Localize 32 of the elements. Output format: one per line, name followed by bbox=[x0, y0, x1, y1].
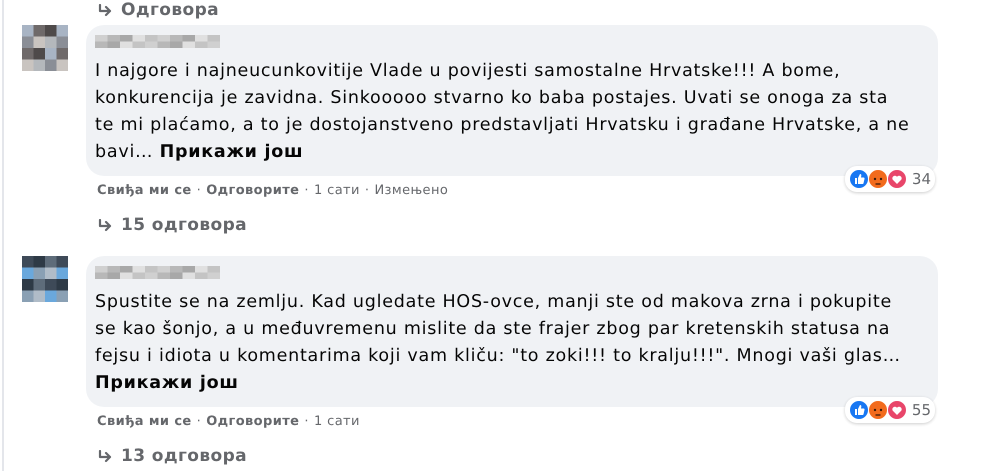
see-more-link[interactable]: Прикажи још bbox=[160, 142, 304, 162]
reactions-badge[interactable]: 34 bbox=[844, 166, 935, 192]
replies-link[interactable]: 13 одговора bbox=[121, 444, 248, 470]
angry-face-icon bbox=[868, 400, 888, 420]
reaction-count: 34 bbox=[912, 168, 931, 190]
thumbs-up-icon bbox=[848, 168, 869, 189]
action-link[interactable]: Свиђа ми се bbox=[97, 412, 192, 432]
blurred-avatar bbox=[22, 25, 68, 71]
reply-arrow-icon bbox=[97, 219, 113, 233]
comment-text: Spustite se na zemlju. Kad ugledate HOS-ovce, manji ste od makova zrna i pokupite se kao šonjo, a u međuvremenu mislite da ste frajer zbog par kretenskih statusa na fejsu i idiota u komentarima koji vam kliču: "to zoki!!! to kralju!!!". Mnogi vaši glas… Прикажи још bbox=[95, 291, 902, 395]
action-link[interactable]: Свиђа ми се bbox=[97, 181, 192, 201]
meta-text: 1 сати bbox=[314, 413, 360, 432]
reaction-count: 55 bbox=[912, 400, 931, 420]
meta-text: Измењено bbox=[374, 182, 448, 200]
reply-arrow-icon bbox=[97, 4, 113, 18]
separator-dot: · bbox=[304, 182, 309, 200]
comment-text: I najgore i najneucunkovitije Vlade u povijesti samostalne Hrvatske!!! A bome, konkurencija je zavidna. Sinkooooo stvarno ko baba postajes. Uvati se onoga za sta te mi plaćamo, a to je dostojanstveno predstavljati Hrvatsku i građane Hrvatske, a ne bavi… Прикажи још bbox=[95, 60, 910, 164]
action-link[interactable]: Одговорите bbox=[206, 412, 300, 432]
meta-text: 1 сати bbox=[314, 182, 360, 200]
separator-dot: · bbox=[304, 413, 309, 432]
replies-link[interactable]: Одговора bbox=[121, 0, 220, 24]
reply-arrow-icon bbox=[97, 450, 113, 464]
angry-face-icon bbox=[868, 168, 888, 189]
replies-link[interactable]: 15 одговора bbox=[121, 213, 248, 239]
separator-dot: · bbox=[364, 182, 370, 200]
separator-dot: · bbox=[196, 413, 202, 432]
separator-dot: · bbox=[196, 182, 202, 200]
thumbs-up-icon bbox=[848, 400, 869, 420]
action-link[interactable]: Одговорите bbox=[206, 181, 300, 201]
reactions-badge[interactable]: 55 bbox=[844, 396, 935, 423]
blurred-avatar bbox=[22, 256, 68, 302]
see-more-link[interactable]: Прикажи још bbox=[95, 373, 239, 393]
